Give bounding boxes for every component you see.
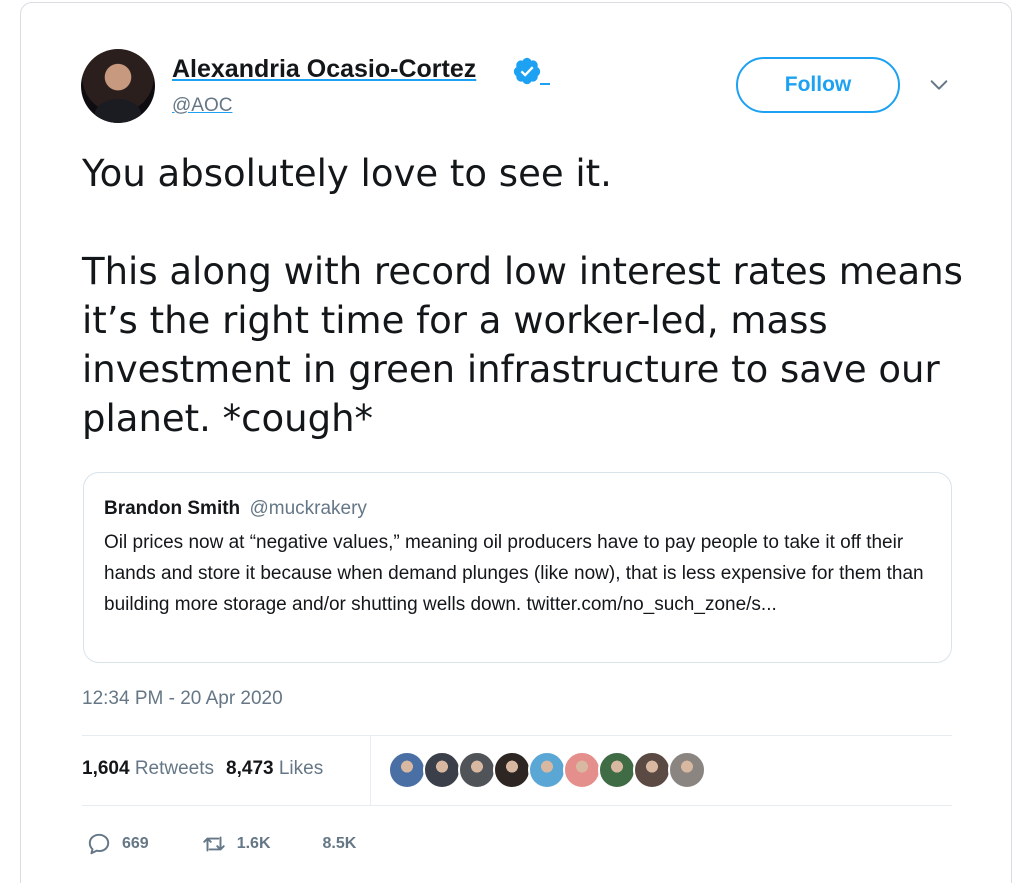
- divider: [82, 805, 952, 806]
- quoted-tweet-header: Brandon Smith @muckrakery: [104, 498, 367, 520]
- like-count: 8.5K: [322, 835, 357, 852]
- liker-avatar[interactable]: [423, 751, 461, 789]
- retweets-count: 1,604: [82, 758, 130, 779]
- reply-icon: [88, 833, 110, 855]
- action-bar: 669 1.6K 8.5K: [86, 830, 356, 858]
- author-avatar[interactable]: [81, 49, 155, 123]
- quoted-tweet[interactable]: Brandon Smith @muckrakery Oil prices now…: [83, 472, 952, 663]
- tweet-text: You absolutely love to see it. This alon…: [82, 152, 963, 440]
- retweets-stat[interactable]: 1,604 Retweets: [82, 758, 214, 779]
- liker-avatar[interactable]: [493, 751, 531, 789]
- author-handle[interactable]: @AOC: [172, 95, 232, 117]
- divider: [82, 735, 952, 736]
- liker-avatar[interactable]: [633, 751, 671, 789]
- liker-avatars: [388, 751, 706, 789]
- liker-avatar[interactable]: [458, 751, 496, 789]
- liker-avatar[interactable]: [528, 751, 566, 789]
- quoted-author-handle: @muckrakery: [249, 498, 367, 519]
- retweet-action[interactable]: 1.6K: [201, 831, 271, 857]
- liker-avatar[interactable]: [668, 751, 706, 789]
- engagement-stats: 1,604 Retweets 8,473 Likes: [82, 758, 323, 780]
- likes-stat[interactable]: 8,473 Likes: [226, 758, 323, 779]
- tweet-timestamp[interactable]: 12:34 PM - 20 Apr 2020: [82, 688, 283, 710]
- chevron-down-icon[interactable]: [928, 74, 950, 96]
- liker-avatar[interactable]: [598, 751, 636, 789]
- name-underline: [540, 83, 550, 85]
- retweets-label: Retweets: [134, 758, 215, 779]
- liker-avatar[interactable]: [563, 751, 601, 789]
- liker-avatar[interactable]: [388, 751, 426, 789]
- likes-count: 8,473: [226, 758, 274, 779]
- reply-action[interactable]: 669: [86, 831, 149, 857]
- quoted-tweet-text: Oil prices now at “negative values,” mea…: [104, 532, 924, 615]
- stats-divider: [370, 735, 371, 805]
- likes-label: Likes: [278, 758, 324, 779]
- follow-button[interactable]: Follow: [736, 57, 900, 113]
- retweet-count: 1.6K: [236, 835, 271, 852]
- reply-count: 669: [122, 835, 149, 852]
- retweet-icon: [202, 836, 225, 852]
- quoted-author-name: Brandon Smith: [104, 498, 241, 519]
- verified-badge-icon: [513, 57, 541, 85]
- like-action[interactable]: 8.5K: [323, 835, 357, 853]
- author-name[interactable]: Alexandria Ocasio-Cortez: [172, 55, 476, 84]
